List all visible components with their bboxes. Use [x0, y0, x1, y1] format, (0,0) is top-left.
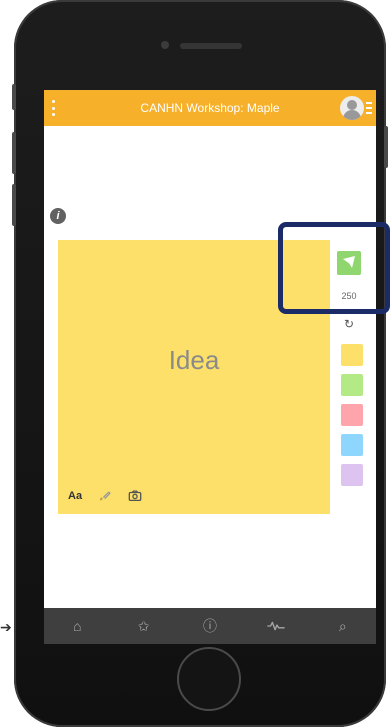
color-swatch-purple[interactable] — [341, 464, 363, 486]
profile-icon[interactable] — [340, 96, 364, 120]
side-button — [384, 126, 388, 168]
search-icon[interactable]: ⌕ — [333, 616, 353, 636]
speaker-grille — [180, 43, 242, 49]
left-edge-arrow-icon: ➔ — [0, 619, 12, 635]
page-title: CANHN Workshop: Maple — [140, 101, 280, 115]
brush-icon[interactable] — [98, 489, 112, 503]
highlight-box — [278, 222, 390, 314]
color-swatch-blue[interactable] — [341, 434, 363, 456]
activity-icon[interactable] — [266, 616, 286, 636]
side-button — [12, 184, 16, 226]
profile-menu-icon[interactable] — [366, 102, 372, 114]
note-tools: Aa — [68, 488, 142, 504]
page: ➔ CANHN Workshop: Maple i Idea Aa 250 ↻ … — [0, 0, 390, 727]
side-button — [12, 132, 16, 174]
top-bar: CANHN Workshop: Maple — [44, 90, 376, 126]
side-button — [12, 84, 16, 110]
home-button[interactable] — [177, 647, 241, 711]
phone-frame: CANHN Workshop: Maple i Idea Aa 250 ↻ ⌂ … — [12, 0, 388, 727]
front-camera-icon — [161, 41, 169, 49]
refresh-icon[interactable]: ↻ — [342, 317, 356, 331]
color-swatch-yellow[interactable] — [341, 344, 363, 366]
bottom-nav: ⌂ ✩ ⓘ ⌕ — [44, 608, 376, 644]
color-swatch-green[interactable] — [341, 374, 363, 396]
star-icon[interactable]: ✩ — [134, 616, 154, 636]
font-toggle-button[interactable]: Aa — [68, 490, 82, 502]
color-swatch-pink[interactable] — [341, 404, 363, 426]
app-screen: CANHN Workshop: Maple i Idea Aa 250 ↻ ⌂ … — [44, 90, 376, 644]
camera-icon[interactable] — [128, 489, 142, 503]
info-icon[interactable]: i — [50, 208, 66, 224]
help-icon[interactable]: ⓘ — [200, 616, 220, 636]
home-icon[interactable]: ⌂ — [67, 616, 87, 636]
note-text: Idea — [168, 345, 220, 375]
